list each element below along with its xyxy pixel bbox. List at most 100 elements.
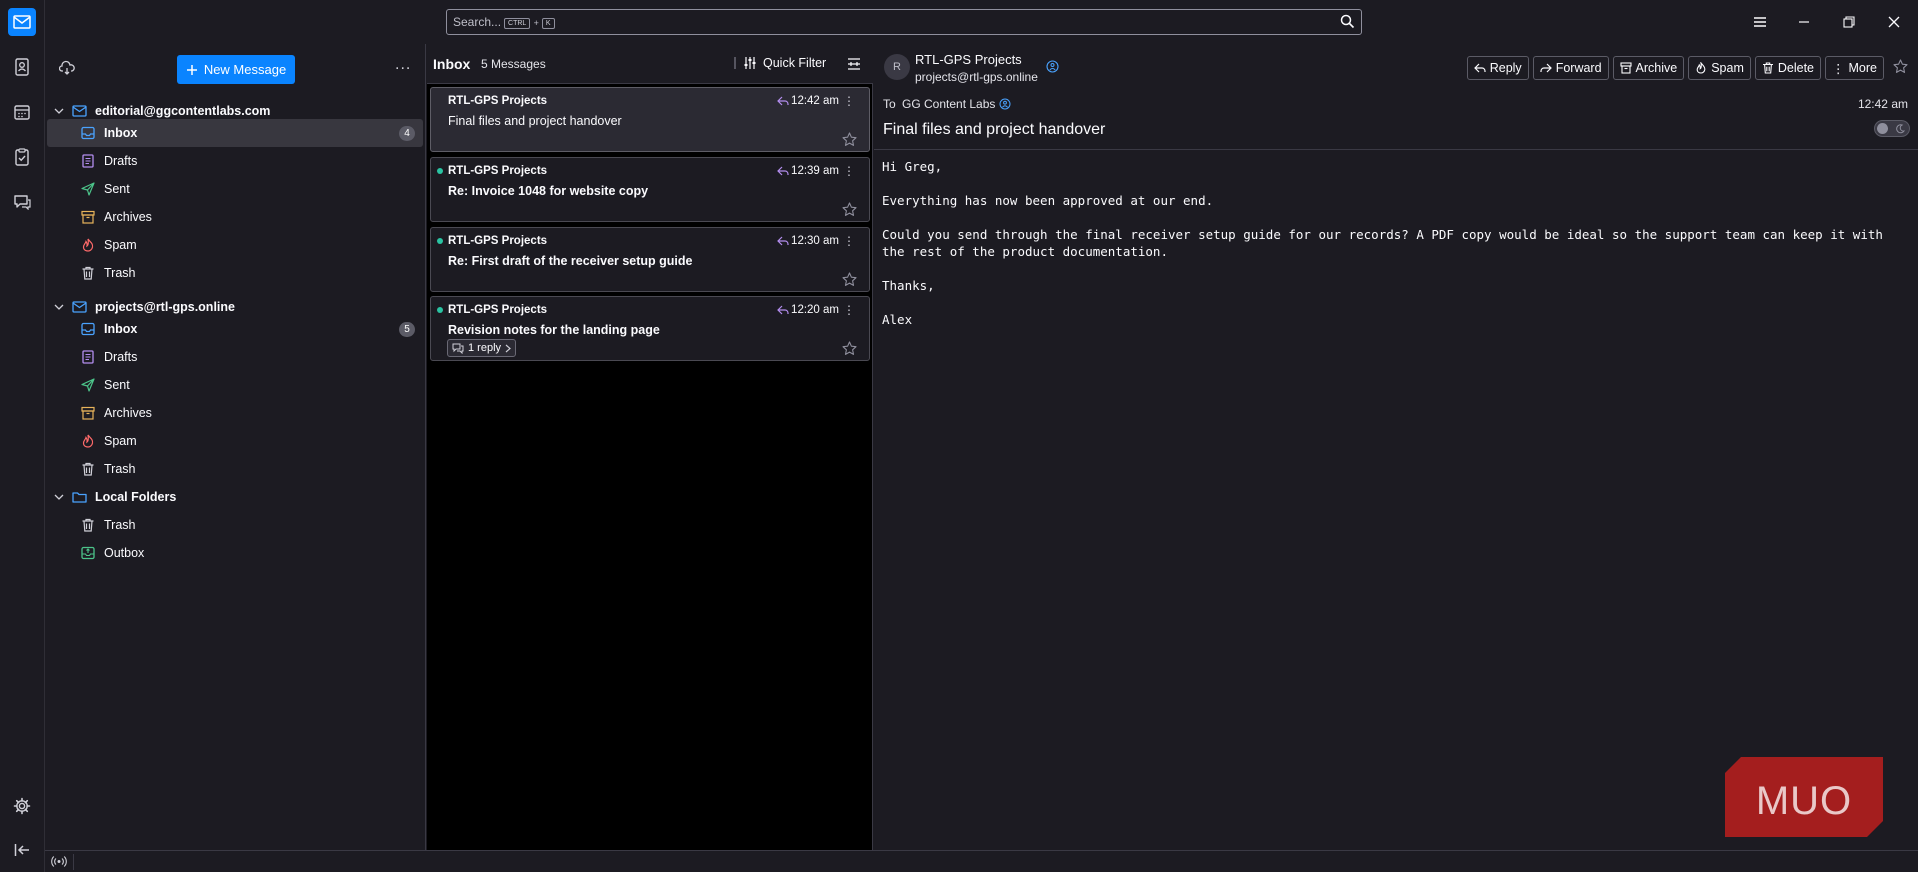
folder-trash[interactable]: Trash [47,511,423,539]
global-search-input[interactable]: Search... CTRL + K [446,9,1362,35]
cloud-download-icon [59,60,75,75]
folder-pane-options-button[interactable]: ... [395,56,411,74]
thread-replies-button[interactable]: 1 reply [447,339,517,357]
reply-button[interactable]: Reply [1466,56,1529,80]
mail-space-button[interactable] [8,8,36,36]
close-window-button[interactable] [1882,10,1906,34]
list-options-icon [848,58,860,70]
replied-icon [777,96,789,106]
tasks-space-button[interactable] [8,143,36,171]
online-status-button[interactable] [51,855,67,868]
list-display-options-button[interactable] [847,57,861,71]
restore-button[interactable] [1837,10,1861,34]
folder-inbox[interactable]: Inbox 4 [47,119,423,147]
chevron-down-icon[interactable] [53,491,65,503]
contact-info-icon[interactable] [999,98,1011,110]
folder-label: Spam [104,434,137,448]
outbox-icon [81,546,95,560]
spaces-toolbar [0,0,45,872]
folder-spam[interactable]: Spam [47,231,423,259]
app-menu-button[interactable] [1748,10,1772,34]
spam-icon [1696,62,1706,74]
message-card[interactable]: RTL-GPS Projects 12:39 am ⋮ Re: Invoice … [430,157,870,222]
star-icon[interactable] [1893,59,1908,74]
message-card[interactable]: RTL-GPS Projects 12:20 am ⋮ Revision not… [430,296,870,361]
to-recipient[interactable]: GG Content Labs [902,97,995,111]
collapse-spaces-button[interactable] [8,836,36,864]
folder-spam[interactable]: Spam [47,427,423,455]
more-actions-button[interactable]: ⋮ More [1825,56,1884,80]
body-paragraph: Could you send through the final receive… [882,227,1891,259]
folder-drafts[interactable]: Drafts [47,343,423,371]
delete-button[interactable]: Delete [1754,56,1822,80]
from-address[interactable]: projects@rtl-gps.online [915,70,1038,84]
contact-info-icon[interactable] [1046,60,1059,73]
folder-label: Trash [104,518,136,532]
address-book-space-button[interactable] [8,53,36,81]
minimize-button[interactable] [1792,10,1816,34]
star-icon[interactable] [842,202,857,217]
calendar-space-button[interactable] [8,98,36,126]
dark-mode-toggle[interactable] [1874,120,1910,137]
star-icon[interactable] [842,272,857,287]
archive-button[interactable]: Archive [1612,56,1685,80]
folder-drafts[interactable]: Drafts [47,147,423,175]
star-icon[interactable] [842,341,857,356]
chevron-down-icon[interactable] [53,301,65,313]
message-card[interactable]: RTL-GPS Projects 12:42 am ⋮ Final files … [430,87,870,152]
folder-trash[interactable]: Trash [47,259,423,287]
message-sender: RTL-GPS Projects [448,235,548,247]
title-bar: Search... CTRL + K [45,0,1918,44]
unread-count-badge: 5 [399,322,415,337]
get-messages-button[interactable] [59,60,75,76]
folder-sent[interactable]: Sent [47,175,423,203]
reply-icon [1473,63,1486,73]
new-message-button[interactable]: New Message [177,55,295,84]
message-menu-button[interactable]: ⋮ [843,234,855,248]
inbox-icon [81,322,95,336]
search-placeholder: Search... CTRL + K [453,15,555,29]
folder-sent[interactable]: Sent [47,371,423,399]
account-name: editorial@ggcontentlabs.com [95,104,271,118]
avatar: R [884,54,910,80]
folder-archives[interactable]: Archives [47,203,423,231]
message-time: 12:30 am [791,235,839,247]
folder-trash[interactable]: Trash [47,455,423,483]
star-icon[interactable] [842,132,857,147]
message-card[interactable]: RTL-GPS Projects 12:30 am ⋮ Re: First dr… [430,227,870,292]
account-local-folders[interactable]: Local Folders [47,483,423,511]
message-sender: RTL-GPS Projects [448,304,548,316]
gear-icon [13,797,31,815]
folder-title: Inbox [433,56,471,72]
spam-label: Spam [1711,61,1744,75]
message-sender: RTL-GPS Projects [448,95,548,107]
message-time: 12:42 am [791,95,839,107]
account-icon [72,105,87,117]
message-menu-button[interactable]: ⋮ [843,164,855,178]
quick-filter-button[interactable]: Quick Filter [733,56,826,70]
message-actions-toolbar: Reply Forward Archive Spam Delete ⋮ More [1466,56,1884,80]
folder-inbox[interactable]: Inbox 5 [47,315,423,343]
message-menu-button[interactable]: ⋮ [843,303,855,317]
message-subject: Re: First draft of the receiver setup gu… [448,254,693,268]
unread-dot [437,238,443,244]
message-subject-heading: Final files and project handover [883,121,1106,138]
chevron-right-icon [505,344,511,352]
unread-dot [437,307,443,313]
replied-icon [777,305,789,315]
new-message-label: New Message [203,62,287,77]
forward-button[interactable]: Forward [1532,56,1609,80]
divider [73,854,74,870]
folder-archives[interactable]: Archives [47,399,423,427]
chevron-down-icon[interactable] [53,105,65,117]
hamburger-icon [1754,17,1766,27]
message-menu-button[interactable]: ⋮ [843,94,855,108]
filter-icon [744,57,756,69]
from-name[interactable]: RTL-GPS Projects [915,52,1022,67]
chat-space-button[interactable] [8,188,36,216]
message-list-header: Inbox 5 Messages Quick Filter [427,44,873,84]
spam-button[interactable]: Spam [1688,56,1751,80]
settings-space-button[interactable] [8,792,36,820]
folder-outbox[interactable]: Outbox [47,539,423,567]
search-icon[interactable] [1340,14,1355,29]
